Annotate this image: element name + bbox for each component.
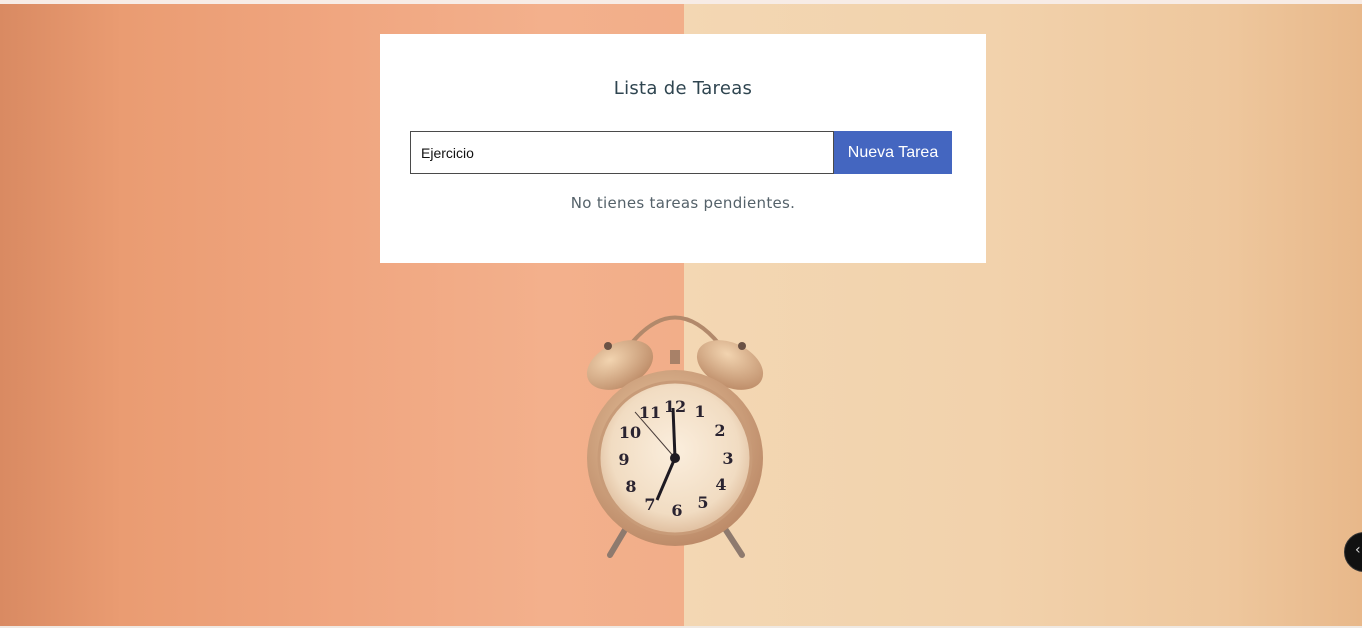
page-title: Lista de Tareas [613, 78, 753, 99]
empty-tasks-message: No tienes tareas pendientes. [570, 194, 796, 212]
alarm-clock-image: 12 1 2 3 4 5 6 7 8 9 10 11 [586, 315, 764, 558]
clock-numeral: 6 [671, 501, 682, 520]
task-input[interactable] [410, 131, 834, 174]
clock-numeral: 8 [625, 477, 636, 496]
clock-numeral: 5 [697, 493, 708, 512]
task-list-card: Lista de Tareas Nueva Tarea No tienes ta… [380, 34, 986, 263]
chevron-left-icon: ‹ [1355, 542, 1361, 558]
clock-numeral: 9 [618, 450, 629, 469]
clock-numeral: 2 [714, 421, 725, 440]
clock-numeral: 7 [644, 495, 655, 514]
clock-numeral: 1 [694, 402, 705, 421]
clock-numeral: 10 [619, 423, 641, 442]
clock-numeral: 4 [715, 475, 726, 494]
clock-numeral: 11 [639, 403, 661, 422]
new-task-button[interactable]: Nueva Tarea [834, 131, 952, 174]
clock-numeral: 12 [664, 397, 686, 416]
page: 12 1 2 3 4 5 6 7 8 9 10 11 Lista de Tare… [0, 0, 1362, 628]
clock-numeral: 3 [722, 449, 733, 468]
